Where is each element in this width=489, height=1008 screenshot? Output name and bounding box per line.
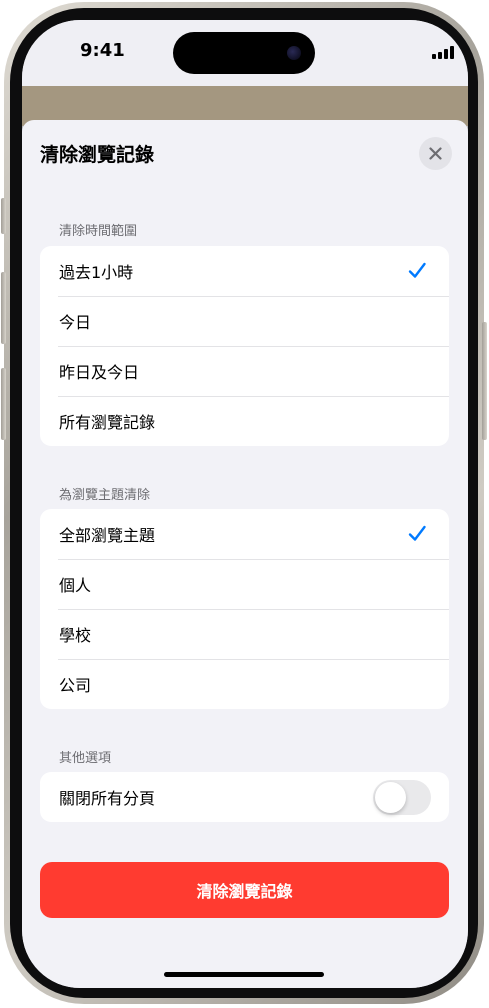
close-button[interactable] (419, 137, 452, 170)
profile-option[interactable]: 公司 (40, 659, 449, 709)
option-label: 個人 (59, 576, 92, 595)
other-options-header: 其他選項 (59, 751, 112, 766)
profile-option[interactable]: 全部瀏覽主題 (40, 509, 449, 559)
close-all-tabs-row: 關閉所有分頁 (40, 772, 449, 822)
profile-option[interactable]: 個人 (40, 559, 449, 609)
time-range-header: 清除時間範圍 (59, 224, 138, 239)
option-label: 所有瀏覽記錄 (59, 413, 156, 432)
cellular-signal-icon (432, 46, 456, 59)
action-button-hardware (1, 198, 6, 234)
option-label: 學校 (59, 626, 92, 645)
toggle-knob (375, 782, 406, 813)
checkmark-icon (408, 262, 426, 278)
option-label: 過去1小時 (59, 263, 134, 282)
phone-screen: 9:41 清除瀏覽記錄 清除時間範圍 過去1小時 今日 昨日及今日 所有瀏覽記錄… (22, 20, 468, 988)
option-label: 昨日及今日 (59, 363, 140, 382)
front-camera-icon (287, 46, 301, 60)
profiles-group: 全部瀏覽主題 個人 學校 公司 (40, 509, 449, 709)
time-range-option[interactable]: 今日 (40, 296, 449, 346)
profiles-header: 為瀏覽主題清除 (59, 488, 151, 503)
clear-history-sheet: 清除瀏覽記錄 清除時間範圍 過去1小時 今日 昨日及今日 所有瀏覽記錄 為瀏覽主… (22, 120, 468, 988)
close-all-tabs-toggle[interactable] (373, 780, 431, 815)
profile-option[interactable]: 學校 (40, 609, 449, 659)
option-label: 公司 (59, 676, 92, 695)
option-label: 今日 (59, 313, 92, 332)
close-icon (429, 147, 442, 160)
other-options-group: 關閉所有分頁 (40, 772, 449, 822)
dynamic-island (173, 32, 315, 74)
time-range-option[interactable]: 過去1小時 (40, 246, 449, 296)
time-range-option[interactable]: 所有瀏覽記錄 (40, 396, 449, 446)
sheet-title: 清除瀏覽記錄 (40, 144, 155, 166)
home-indicator (164, 972, 324, 977)
checkmark-icon (408, 525, 426, 541)
close-all-tabs-label: 關閉所有分頁 (59, 789, 156, 808)
time-range-option[interactable]: 昨日及今日 (40, 346, 449, 396)
status-bar: 9:41 (22, 20, 468, 86)
option-label: 全部瀏覽主題 (59, 526, 156, 545)
power-button-hardware (482, 322, 487, 440)
volume-down-button-hardware (1, 368, 6, 440)
clear-history-button[interactable]: 清除瀏覽記錄 (40, 862, 449, 918)
time-range-group: 過去1小時 今日 昨日及今日 所有瀏覽記錄 (40, 246, 449, 446)
wifi-icon (462, 46, 468, 55)
status-time: 9:41 (80, 40, 125, 61)
volume-up-button-hardware (1, 272, 6, 344)
